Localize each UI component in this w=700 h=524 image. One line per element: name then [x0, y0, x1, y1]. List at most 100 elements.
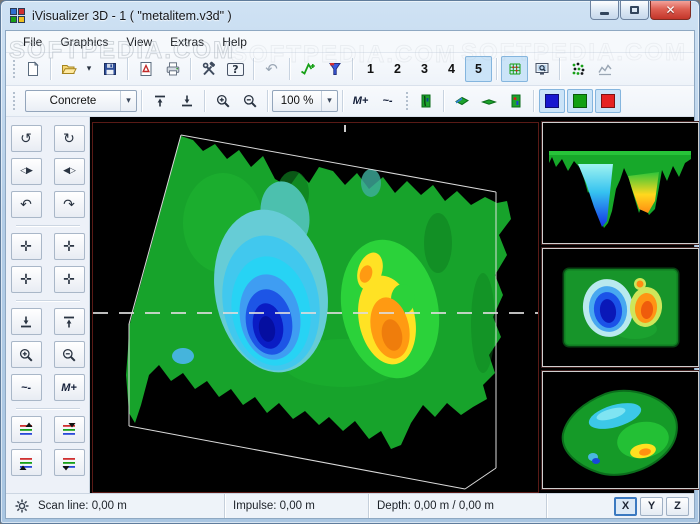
section-view-2-button[interactable] — [502, 88, 529, 114]
axis-x-button[interactable]: X — [614, 497, 637, 516]
top-view-render — [543, 249, 698, 366]
curve-chart-button[interactable] — [591, 56, 618, 82]
yaw-right-icon: ◀▷ — [63, 167, 75, 176]
group-separator — [11, 296, 85, 305]
separator — [496, 58, 497, 80]
move-right-button[interactable]: ✛ — [54, 233, 85, 260]
section-view-icon — [418, 93, 434, 109]
menu-graphics[interactable]: Graphics — [51, 33, 117, 51]
surface-3d-view-button[interactable] — [448, 88, 475, 114]
axis-y-button[interactable]: Y — [640, 497, 663, 516]
view-4-button[interactable]: 4 — [438, 56, 465, 82]
section-view-button[interactable] — [412, 88, 439, 114]
title-bar[interactable]: iVisualizer 3D - 1 ( "metalitem.v3d" ) ✕ — [1, 1, 699, 30]
save-icon — [102, 61, 118, 77]
print-button[interactable] — [159, 56, 186, 82]
zoom-in-icon — [18, 347, 34, 363]
layer-raise-top-button[interactable] — [11, 416, 42, 443]
screen-preview-button[interactable] — [528, 56, 555, 82]
layer-raise-bottom-button[interactable] — [11, 449, 42, 476]
menu-help[interactable]: Help — [213, 33, 256, 51]
gain-plus-label: M+ — [353, 95, 369, 107]
move-up-button[interactable]: ✛ — [54, 266, 85, 293]
snap-bottom-button[interactable] — [11, 308, 42, 335]
top-view-thumbnail[interactable] — [542, 248, 699, 367]
move-cross-icon: ✛ — [20, 273, 32, 287]
toolbar-grip[interactable] — [404, 90, 409, 112]
open-dropdown-button[interactable]: ▾ — [82, 56, 96, 82]
zoom-in-button[interactable] — [209, 88, 236, 114]
impulse-status: Impulse: 0,00 m — [233, 500, 315, 512]
material-select[interactable]: Concrete ▾ — [25, 90, 137, 112]
app-window: iVisualizer 3D - 1 ( "metalitem.v3d" ) ✕… — [0, 0, 700, 524]
menu-extras[interactable]: Extras — [161, 33, 213, 51]
zoom-out-button[interactable] — [236, 88, 263, 114]
help-button[interactable]: ? — [222, 56, 249, 82]
align-surface-top-button[interactable] — [146, 88, 173, 114]
open-folder-icon — [61, 61, 77, 77]
gain-decrease-button[interactable]: ~- — [374, 88, 401, 114]
rotate-roll-cw-button[interactable]: ↷ — [54, 191, 85, 218]
flat-view-button[interactable] — [475, 88, 502, 114]
grid-view-button[interactable] — [501, 56, 528, 82]
zoom-level-select[interactable]: 100 % ▾ — [272, 90, 338, 112]
save-button[interactable] — [96, 56, 123, 82]
view-2-button[interactable]: 2 — [384, 56, 411, 82]
undo-button[interactable]: ↶ — [258, 56, 285, 82]
minimize-button[interactable] — [590, 1, 619, 20]
move-cross-icon: ✛ — [63, 240, 75, 254]
perspective-view-thumbnail[interactable] — [542, 371, 699, 489]
funnel-icon — [327, 61, 343, 77]
rotate-pitch-up-button[interactable]: ↺ — [11, 125, 42, 152]
color-green-button[interactable] — [567, 89, 593, 113]
gain-minus-label: ~- — [382, 95, 392, 107]
menu-file[interactable]: File — [14, 33, 51, 51]
snap-top-button[interactable] — [54, 308, 85, 335]
axis-z-button[interactable]: Z — [666, 497, 689, 516]
align-surface-bottom-button[interactable] — [173, 88, 200, 114]
close-button[interactable]: ✕ — [650, 1, 691, 20]
gain-minus-label: ~- — [21, 382, 31, 394]
gain-increase-button[interactable]: M+ — [347, 88, 374, 114]
move-down-button[interactable]: ✛ — [11, 266, 42, 293]
chevron-down-icon: ▾ — [120, 91, 136, 111]
amplitude-increase-button[interactable]: M+ — [54, 374, 85, 401]
workspace: ↺ ↻ ◁▶ ◀▷ ↶ ↷ ✛ ✛ ✛ ✛ ~- — [6, 117, 694, 493]
new-document-button[interactable] — [19, 56, 46, 82]
print-preview-icon — [138, 61, 154, 77]
layer-lower-top-button[interactable] — [54, 416, 85, 443]
zoom-out-icon — [61, 347, 77, 363]
rotate-yaw-left-button[interactable]: ◁▶ — [11, 158, 42, 185]
move-left-button[interactable]: ✛ — [11, 233, 42, 260]
print-preview-button[interactable] — [132, 56, 159, 82]
amplitude-decrease-button[interactable]: ~- — [11, 374, 42, 401]
layer-lower-bottom-button[interactable] — [54, 449, 85, 476]
separator — [267, 90, 268, 112]
main-3d-viewport[interactable] — [92, 122, 539, 493]
open-file-button[interactable] — [55, 56, 82, 82]
tools-button[interactable] — [195, 56, 222, 82]
separator — [559, 58, 560, 80]
toolbar-grip[interactable] — [11, 58, 16, 80]
view-3-button[interactable]: 3 — [411, 56, 438, 82]
zoom-out-icon — [242, 93, 258, 109]
green-swatch — [573, 94, 587, 108]
zoom-out-side-button[interactable] — [54, 341, 85, 368]
view-5-label: 5 — [475, 62, 482, 76]
add-curve-button[interactable] — [294, 56, 321, 82]
rotate-pitch-down-button[interactable]: ↻ — [54, 125, 85, 152]
maximize-button[interactable] — [620, 1, 649, 20]
zoom-in-side-button[interactable] — [11, 341, 42, 368]
color-red-button[interactable] — [595, 89, 621, 113]
view-5-button[interactable]: 5 — [465, 56, 492, 82]
point-cloud-button[interactable] — [564, 56, 591, 82]
filter-button[interactable] — [321, 56, 348, 82]
rotate-roll-ccw-button[interactable]: ↶ — [11, 191, 42, 218]
toolbar-grip[interactable] — [11, 90, 16, 112]
view-1-button[interactable]: 1 — [357, 56, 384, 82]
gear-icon — [14, 498, 30, 514]
profile-view-thumbnail[interactable] — [542, 122, 699, 244]
rotate-yaw-right-button[interactable]: ◀▷ — [54, 158, 85, 185]
color-blue-button[interactable] — [539, 89, 565, 113]
menu-view[interactable]: View — [117, 33, 161, 51]
